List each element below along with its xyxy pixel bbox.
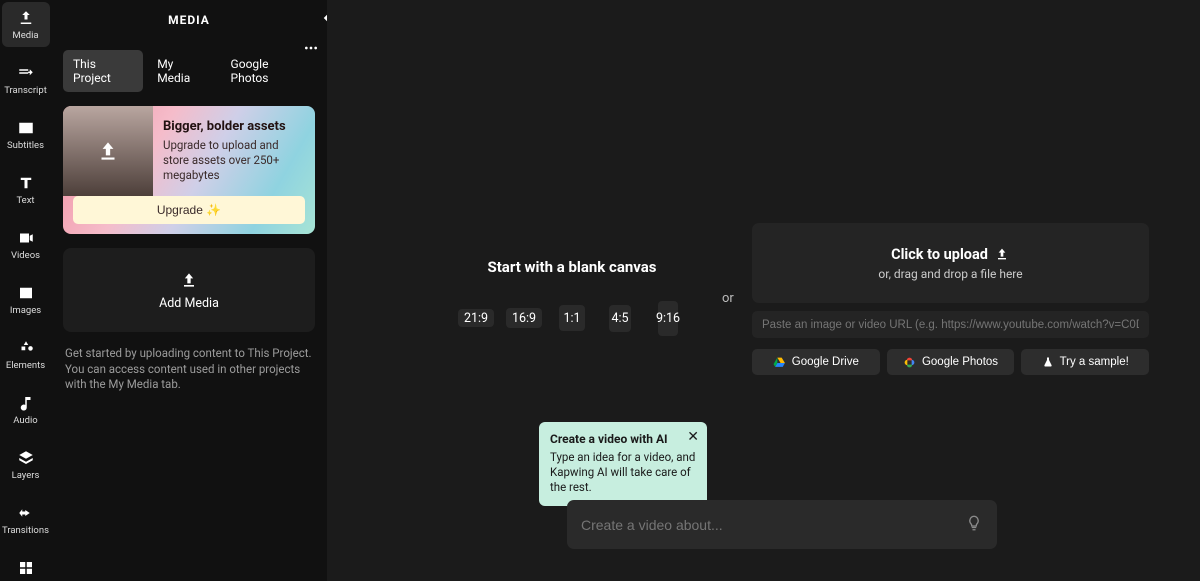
sidebar-item-label: Transcript	[4, 85, 47, 96]
upload-subtext: or, drag and drop a file here	[878, 267, 1022, 281]
sidebar-item-label: Videos	[11, 250, 40, 261]
panel-header: MEDIA	[51, 0, 327, 40]
sidebar-item-transitions[interactable]: Transitions	[2, 497, 50, 542]
add-media-button[interactable]: Add Media	[63, 248, 315, 332]
elements-icon	[17, 339, 35, 357]
media-panel: MEDIA This Project My Media Google Photo…	[51, 0, 327, 581]
sidebar-item-label: Media	[12, 30, 38, 41]
ratio-21-9[interactable]: 21:9	[458, 309, 494, 327]
sidebar-item-label: Layers	[12, 470, 40, 481]
main-canvas: Start with a blank canvas 21:9 16:9 1:1 …	[327, 0, 1200, 581]
sidebar-item-subtitles[interactable]: Subtitles	[2, 112, 50, 157]
upgrade-button[interactable]: Upgrade ✨	[73, 196, 305, 224]
tab-google-photos[interactable]: Google Photos	[221, 50, 315, 92]
ratio-4-5[interactable]: 4:5	[609, 305, 631, 332]
ai-tooltip: ✕ Create a video with AI Type an idea fo…	[539, 422, 707, 506]
google-photos-icon	[903, 356, 916, 369]
sidebar-item-images[interactable]: Images	[2, 277, 50, 322]
sidebar-item-label: Elements	[6, 360, 45, 371]
ratio-9-16[interactable]: 9:16	[658, 301, 678, 336]
upgrade-promo: Bigger, bolder assets Upgrade to upload …	[63, 106, 315, 234]
sidebar-item-label: Audio	[13, 415, 37, 426]
promo-thumbnail	[63, 106, 153, 196]
sidebar-item-label: Transitions	[2, 525, 49, 536]
sidebar-item-layers[interactable]: Layers	[2, 442, 50, 487]
sidebar-item-media[interactable]: Media	[2, 2, 50, 47]
subtitles-icon	[17, 119, 35, 137]
import-buttons-row: Google Drive Google Photos Try a sample!	[752, 349, 1149, 375]
media-tabs: This Project My Media Google Photos	[63, 50, 315, 92]
tooltip-body: Type an idea for a video, and Kapwing AI…	[550, 450, 696, 496]
ellipsis-icon	[303, 40, 319, 56]
upload-icon	[179, 270, 199, 290]
promo-heading: Bigger, bolder assets	[163, 119, 305, 134]
upload-title: Click to upload	[891, 246, 1010, 263]
lightbulb-icon[interactable]	[965, 514, 983, 536]
upload-icon	[17, 9, 35, 27]
videos-icon	[17, 229, 35, 247]
sidebar-item-label: Subtitles	[7, 140, 44, 151]
import-btn-label: Try a sample!	[1060, 356, 1129, 368]
upload-dropzone[interactable]: Click to upload or, drag and drop a file…	[752, 223, 1149, 303]
import-btn-label: Google Drive	[792, 356, 859, 368]
upload-icon	[994, 246, 1010, 262]
flask-icon	[1042, 356, 1054, 368]
sidebar-item-videos[interactable]: Videos	[2, 222, 50, 267]
ratio-1-1[interactable]: 1:1	[559, 305, 585, 331]
google-drive-icon	[773, 356, 786, 369]
start-title: Start with a blank canvas	[488, 258, 657, 276]
tooltip-close-button[interactable]: ✕	[687, 429, 699, 445]
import-btn-label: Google Photos	[922, 356, 998, 368]
images-icon	[17, 284, 35, 302]
more-options-button[interactable]	[303, 40, 319, 60]
sidebar-item-audio[interactable]: Audio	[2, 387, 50, 432]
sidebar-item-templates[interactable]: Templates	[2, 552, 50, 581]
panel-hint: Get started by uploading content to This…	[65, 346, 313, 393]
blank-canvas-section: Start with a blank canvas 21:9 16:9 1:1 …	[432, 258, 712, 338]
tab-this-project[interactable]: This Project	[63, 50, 143, 92]
tab-my-media[interactable]: My Media	[147, 50, 216, 92]
or-label: or	[722, 291, 734, 306]
sidebar-item-elements[interactable]: Elements	[2, 332, 50, 377]
media-url-input[interactable]	[752, 311, 1149, 338]
left-sidebar: Media Transcript Subtitles Text Videos I…	[0, 0, 51, 581]
add-media-label: Add Media	[159, 296, 219, 311]
upload-icon	[95, 138, 121, 164]
panel-title: MEDIA	[168, 13, 210, 27]
upload-title-text: Click to upload	[891, 246, 988, 263]
audio-icon	[17, 394, 35, 412]
sidebar-item-label: Text	[16, 195, 34, 206]
sidebar-item-transcript[interactable]: Transcript	[2, 57, 50, 102]
google-drive-button[interactable]: Google Drive	[752, 349, 880, 375]
text-icon	[17, 174, 35, 192]
aspect-ratio-row: 21:9 16:9 1:1 4:5 9:16	[458, 298, 686, 338]
sidebar-item-label: Images	[10, 305, 41, 316]
tooltip-title: Create a video with AI	[550, 432, 696, 446]
ai-prompt-input[interactable]	[581, 517, 965, 533]
ratio-16-9[interactable]: 16:9	[506, 308, 542, 328]
ai-prompt-bar[interactable]	[567, 500, 997, 549]
try-sample-button[interactable]: Try a sample!	[1021, 349, 1149, 375]
promo-subtext: Upgrade to upload and store assets over …	[163, 138, 305, 183]
transitions-icon	[17, 504, 35, 522]
google-photos-button[interactable]: Google Photos	[887, 349, 1015, 375]
sidebar-item-text[interactable]: Text	[2, 167, 50, 212]
templates-icon	[17, 559, 35, 577]
layers-icon	[17, 449, 35, 467]
transcript-icon	[17, 64, 35, 82]
